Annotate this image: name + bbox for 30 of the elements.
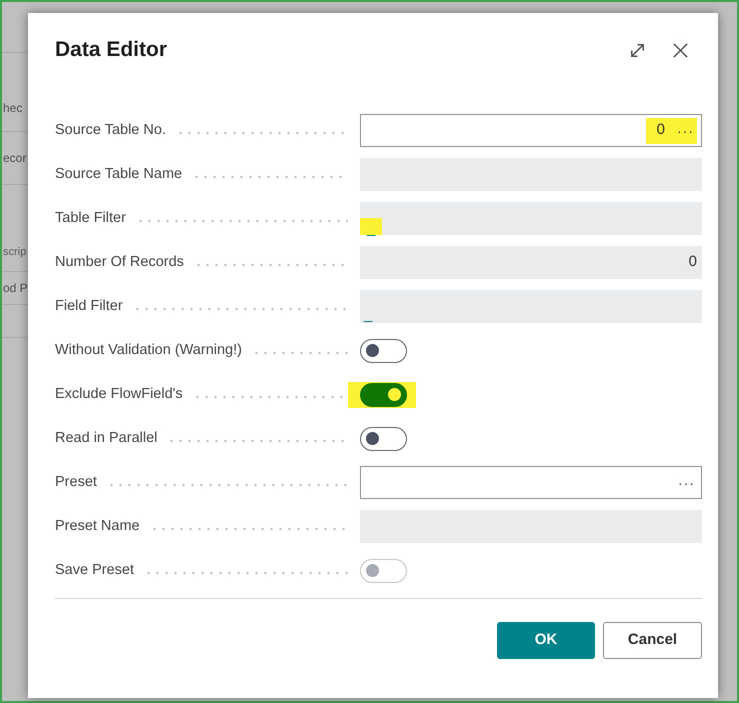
more-button[interactable]: ··· bbox=[675, 124, 696, 138]
field-label: Preset Name bbox=[55, 516, 140, 536]
field-value: 0 bbox=[656, 120, 665, 140]
input-field[interactable]: ··· bbox=[360, 466, 702, 499]
field-label: Number Of Records bbox=[55, 252, 184, 272]
field-label: Exclude FlowField's bbox=[55, 384, 183, 404]
field-label: Without Validation (Warning!) bbox=[55, 340, 242, 360]
list-entry: od P bbox=[3, 280, 28, 297]
dialog-title: Data Editor bbox=[55, 37, 168, 63]
drilldown-link[interactable]: _ bbox=[367, 220, 376, 237]
more-button[interactable]: ··· bbox=[676, 476, 697, 490]
list-entry: ecor bbox=[3, 150, 26, 167]
cancel-button[interactable]: Cancel bbox=[603, 622, 702, 659]
input-field[interactable]: 0 ··· bbox=[360, 114, 702, 147]
ok-button[interactable]: OK bbox=[497, 622, 595, 659]
field-label: Field Filter bbox=[55, 296, 123, 316]
column-header: scrip bbox=[3, 244, 26, 260]
field-label: Table Filter bbox=[55, 208, 126, 228]
field-value: 0 bbox=[688, 252, 697, 272]
toggle-switch[interactable] bbox=[360, 382, 407, 406]
toggle-switch[interactable] bbox=[360, 338, 407, 362]
field-label: Save Preset bbox=[55, 560, 134, 580]
field-label: Read in Parallel bbox=[55, 428, 158, 448]
field-label: Source Table Name bbox=[55, 164, 182, 184]
list-entry: hec bbox=[3, 100, 22, 117]
field-label: Preset bbox=[55, 472, 97, 492]
field-label: Source Table No. bbox=[55, 120, 166, 140]
drilldown-link[interactable]: _ bbox=[364, 306, 372, 323]
toggle-switch[interactable] bbox=[360, 426, 407, 450]
close-icon[interactable] bbox=[671, 40, 690, 60]
